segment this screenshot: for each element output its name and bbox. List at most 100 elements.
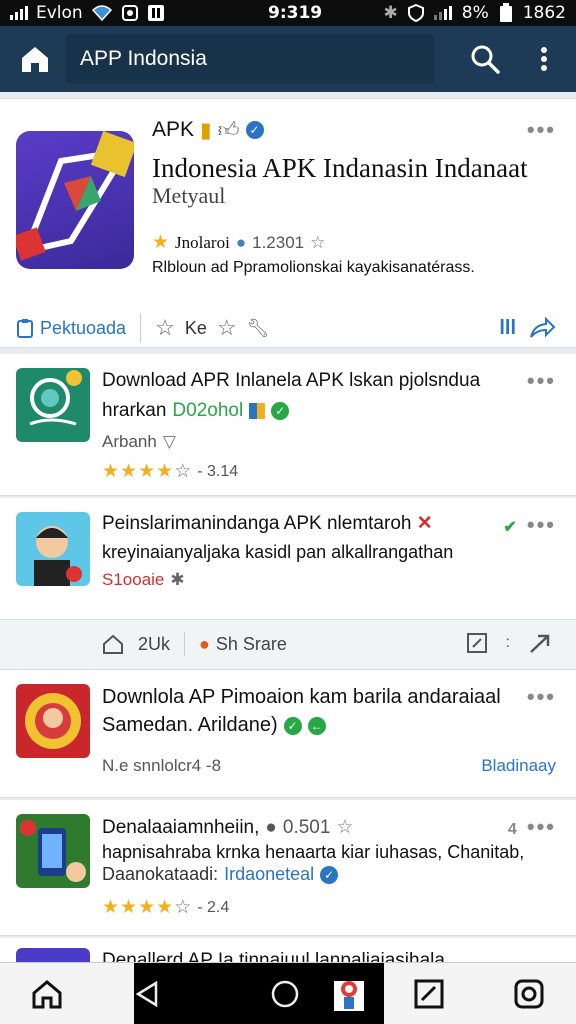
pin-icon: ● — [265, 816, 277, 838]
app-title: Downlola AP Pimoaion kam barila andaraia… — [102, 686, 501, 708]
rate-label: Ke — [184, 317, 207, 338]
store-button[interactable]: ● Sh Srare — [199, 634, 287, 655]
pin-icon: ● — [199, 633, 210, 654]
results-list: APK ▮ 👍︎ ✓ ••• Indonesia APK Indanasin I… — [0, 92, 576, 962]
featured-app-title: Indonesia APK Indanasin Indanaat — [152, 153, 528, 183]
list-item[interactable]: Download APR Inlanela APK lskan pjolsndu… — [0, 354, 576, 496]
navigation-bar — [0, 962, 576, 1024]
back-button[interactable] — [128, 975, 166, 1013]
rating-value: - 2.4 — [197, 898, 230, 916]
share-icon[interactable] — [528, 316, 556, 340]
app-icon — [16, 512, 90, 586]
edit-icon — [414, 979, 444, 1009]
verified-icon: ✓ — [320, 865, 339, 884]
list-item[interactable]: Peinslarimanindanga APK nlemtaroh ✕ krey… — [0, 498, 576, 620]
star-outline-icon[interactable]: ☆ — [217, 315, 237, 341]
close-icon[interactable]: ✕ — [417, 513, 433, 534]
featured-app-name: APK — [152, 118, 195, 141]
battery-icon — [499, 3, 512, 22]
store-label: Sh Srare — [215, 633, 287, 654]
search-icon — [471, 45, 500, 74]
list-item[interactable]: Denallerd AP Ia tinnaiuul lanpaliaiasiha… — [0, 938, 576, 962]
featured-app-card[interactable]: APK ▮ 👍︎ ✓ ••• Indonesia APK Indanasin I… — [0, 98, 576, 348]
overflow-menu-button[interactable] — [532, 42, 556, 76]
home-outline-icon — [32, 980, 62, 1009]
verified-icon: ✓ — [245, 121, 264, 139]
character-icon — [334, 981, 364, 1011]
more-button[interactable]: 4 ••• — [508, 814, 556, 840]
app-title: Denallerd AP Ia tinnaiuul lanpaliaiasiha… — [102, 950, 445, 962]
app-icon — [16, 684, 90, 758]
star-icon: ★ — [152, 232, 170, 253]
colon-icon: : — [505, 634, 510, 651]
carrier-label: Evlon — [36, 3, 83, 23]
app-publisher-link[interactable]: Irdaoneteal — [224, 864, 314, 885]
signal-icon — [10, 6, 28, 20]
divider — [140, 313, 142, 343]
wifi-icon — [91, 5, 112, 22]
verified-icon: ✓ — [283, 716, 302, 735]
battery-level: 8% — [461, 3, 489, 23]
check-icon: ✔ — [503, 519, 519, 536]
edit-icon[interactable] — [466, 632, 488, 654]
list-item[interactable]: Downlola AP Pimoaion kam barila andaraia… — [0, 670, 576, 798]
app-badge-icon — [147, 5, 164, 21]
wrench-icon[interactable]: 🔧︎ — [247, 318, 270, 339]
home-circle-button[interactable] — [266, 975, 304, 1013]
count-label: 4 — [507, 821, 519, 838]
arrow-icon: ← — [307, 716, 326, 735]
app-publisher: Daanokataadi: — [102, 864, 219, 884]
search-field[interactable]: APP Indonsia — [66, 34, 434, 84]
featured-more-button[interactable]: ••• — [527, 117, 556, 143]
rocket-icon: ▮ — [200, 118, 212, 142]
pin-icon: ● — [235, 232, 247, 252]
verified-icon: ✓ — [271, 402, 290, 420]
rating-stars: ★ ★ ★ ★ ☆ — [102, 461, 192, 482]
home-button[interactable] — [18, 42, 52, 76]
featured-publisher: Jnolaroi — [175, 232, 230, 252]
status-right-time: 1862 — [522, 3, 566, 23]
search-button[interactable] — [468, 42, 502, 76]
sparkle-icon: ✱ — [170, 570, 185, 589]
edit-nav-button[interactable] — [410, 975, 448, 1013]
home-icon — [22, 47, 48, 72]
app-icon — [16, 814, 90, 888]
color-square-icon — [249, 403, 266, 419]
stats-icon[interactable]: lll — [499, 317, 516, 340]
more-button[interactable]: ✔ ••• — [503, 512, 556, 538]
app-title-line2: Samedan. Arildane) — [102, 714, 278, 736]
star-outline-icon: ☆ — [310, 232, 326, 252]
home-nav-button[interactable] — [28, 975, 66, 1013]
app-description: kreyinaianyaljaka kasidl pan alkallranga… — [102, 542, 454, 562]
share-icon[interactable] — [528, 632, 554, 654]
list-item[interactable]: Denalaaiamnheiin, ● 0.501 ☆ hapnisahraba… — [0, 800, 576, 936]
app-title: Download APR Inlanela APK lskan pjolsndu… — [102, 370, 481, 391]
inline-rating: 0.501 — [282, 816, 331, 838]
star-outline-icon: ☆ — [336, 817, 354, 838]
download-button[interactable]: Pektuoada — [16, 318, 126, 339]
filter-icon: ▽ — [162, 432, 176, 451]
details-link[interactable]: Bladinaay — [481, 756, 556, 776]
count-label: 2Uk — [138, 633, 171, 654]
notification-icon — [121, 5, 138, 21]
app-publisher: S1ooaie — [102, 570, 165, 589]
featured-app-icon — [16, 131, 134, 269]
download-label: Pektuoada — [40, 317, 127, 338]
app-icon — [16, 368, 90, 442]
app-title-line2: hrarkan — [102, 400, 167, 421]
app-bar: APP Indonsia — [0, 26, 576, 92]
action-strip: 2Uk ● Sh Srare : — [0, 620, 576, 670]
star-outline-icon[interactable]: ☆ — [155, 315, 175, 341]
rating-value: - 3.14 — [197, 462, 239, 480]
circle-icon — [271, 980, 299, 1008]
app-title: Peinslarimanindanga APK nlemtaroh ✕ — [102, 513, 433, 534]
camera-nav-button[interactable] — [510, 975, 548, 1013]
app-shortcut-button[interactable] — [330, 975, 368, 1013]
more-button[interactable]: ••• — [527, 684, 556, 710]
cell-signal-icon — [433, 6, 452, 20]
camera-icon — [514, 979, 544, 1009]
thumbs-up-icon: 👍︎ — [217, 119, 240, 142]
rating-stars: ★ ★ ★ ★ ☆ — [102, 897, 192, 918]
more-button[interactable]: ••• — [527, 368, 556, 394]
home-outline-icon[interactable] — [102, 633, 124, 655]
